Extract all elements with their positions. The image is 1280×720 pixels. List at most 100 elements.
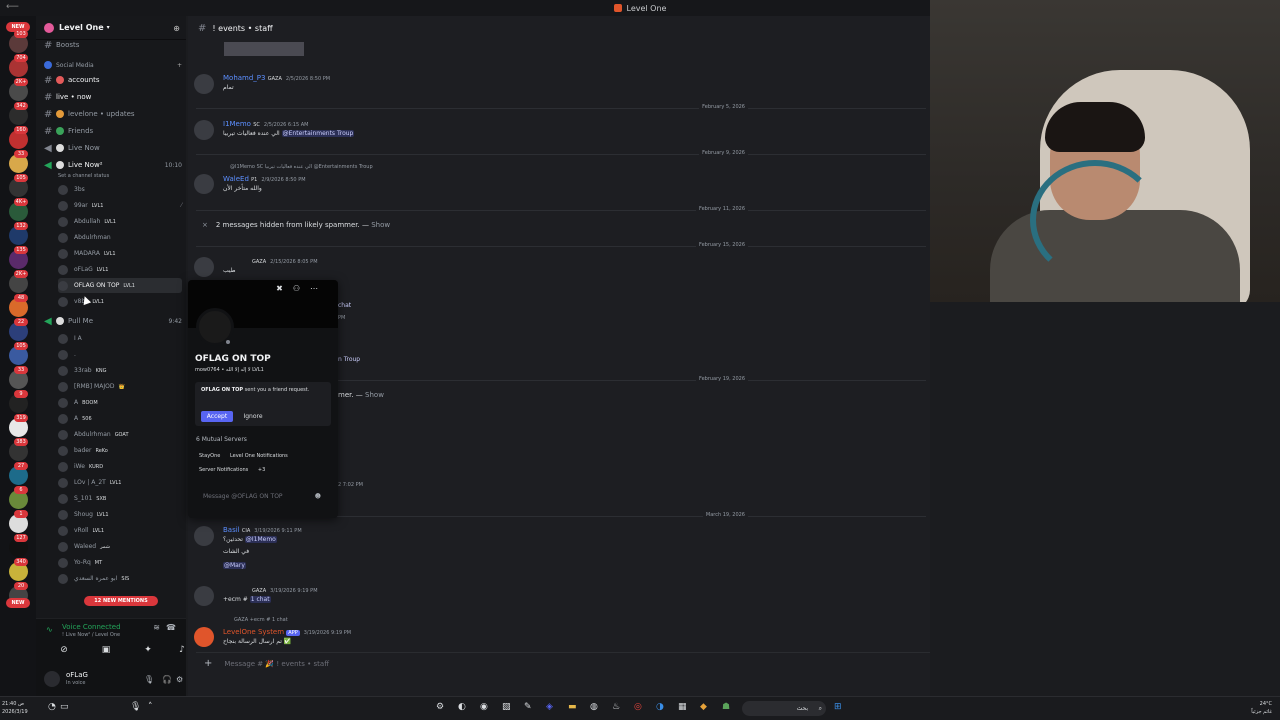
- headphones-icon[interactable]: 🎧: [162, 675, 172, 684]
- voice-member[interactable]: I A: [58, 331, 182, 346]
- avatar[interactable]: [194, 174, 214, 194]
- user-mention[interactable]: @Mary: [223, 562, 246, 569]
- new-mentions-pill[interactable]: 12 NEW MENTIONS: [84, 596, 158, 606]
- user-avatar[interactable]: [44, 671, 60, 687]
- voice-member[interactable]: A 506: [58, 411, 182, 426]
- channel-mention[interactable]: chat: [338, 302, 351, 309]
- avatar[interactable]: [194, 74, 214, 94]
- voice-member[interactable]: Abdullah LVL1: [58, 214, 182, 229]
- guild-header[interactable]: Level One ▾ ⊕: [36, 16, 186, 40]
- role-mention[interactable]: @Entertainments Troup: [281, 130, 355, 137]
- ignore-button[interactable]: Ignore: [239, 411, 267, 422]
- voice-member[interactable]: ابو عمره السعدي SIS: [58, 571, 182, 586]
- voice-member[interactable]: Abdulrhman: [58, 230, 182, 245]
- channel-mention[interactable]: 1 chat: [249, 596, 271, 603]
- disconnect-icon[interactable]: ☎: [166, 623, 176, 632]
- close-icon[interactable]: ×: [202, 221, 208, 229]
- voice-location[interactable]: ! Live Now² / Level One: [62, 632, 120, 638]
- reply-preview[interactable]: @I1Memo SC الي عنده فعاليات تيربيا @Ente…: [230, 164, 373, 170]
- author-name[interactable]: Mohamd_P3: [223, 74, 266, 82]
- mic-icon[interactable]: 🎙: [130, 702, 141, 712]
- settings-gear-icon[interactable]: ⚙: [436, 702, 444, 712]
- avatar[interactable]: [194, 627, 214, 647]
- channel-friends[interactable]: # Friends: [44, 124, 182, 138]
- close-icon[interactable]: ✖: [276, 284, 293, 293]
- edge-icon[interactable]: ◑: [656, 702, 664, 712]
- show-link[interactable]: Show: [371, 221, 390, 229]
- app-icon[interactable]: ◆: [700, 702, 707, 712]
- plus-icon[interactable]: +: [177, 62, 182, 69]
- battery-icon[interactable]: ▭: [60, 702, 69, 712]
- store-icon[interactable]: ▦: [678, 702, 687, 712]
- discord-icon[interactable]: ◈: [546, 702, 553, 712]
- steam-icon[interactable]: ♨: [612, 702, 620, 712]
- app-icon[interactable]: ▧: [502, 702, 511, 712]
- add-member-icon[interactable]: ⊕: [173, 24, 180, 33]
- weather-widget[interactable]: 24°C غائم جزئياً: [1251, 700, 1272, 716]
- channel-live-now[interactable]: # live • now: [44, 90, 182, 104]
- show-link[interactable]: Show: [365, 391, 384, 399]
- server-chip[interactable]: StayOne: [196, 452, 223, 460]
- chevron-up-icon[interactable]: ˄: [148, 702, 153, 712]
- settings-gear-icon[interactable]: ⚙: [176, 675, 183, 684]
- mutual-servers[interactable]: 6 Mutual Servers: [196, 436, 247, 443]
- image-attachment[interactable]: [224, 42, 304, 56]
- composer-input[interactable]: Message # 🎉 ! events • staff: [224, 660, 329, 668]
- voice-member[interactable]: oFLaG LVL1: [58, 262, 182, 277]
- voice-member[interactable]: S_101 SXB: [58, 491, 182, 506]
- avatar[interactable]: [194, 257, 214, 277]
- author-name[interactable]: LevelOne System: [223, 628, 284, 636]
- voice-member[interactable]: v8bs LVL1: [58, 294, 182, 309]
- taskbar-search[interactable]: بحث ⌕: [742, 701, 826, 716]
- windows-start-icon[interactable]: ⊞: [834, 702, 842, 712]
- app-icon[interactable]: ◉: [480, 702, 488, 712]
- voice-member[interactable]: 33rab KNG: [58, 363, 182, 378]
- activities-icon[interactable]: ✦: [138, 645, 158, 657]
- channel-status[interactable]: Set a channel status: [58, 169, 196, 183]
- noise-suppression-icon[interactable]: ≋: [153, 623, 160, 632]
- channel-pull-me[interactable]: ◀ Pull Me 9:42: [44, 314, 182, 328]
- add-friend-icon[interactable]: ⚇: [293, 284, 310, 293]
- emoji-icon[interactable]: ☻: [315, 490, 321, 504]
- avatar[interactable]: [194, 526, 214, 546]
- mic-icon[interactable]: 🎙: [144, 675, 154, 684]
- voice-member[interactable]: LOv | A_2T LVL1: [58, 475, 182, 490]
- user-mention[interactable]: @I1Memo: [244, 536, 277, 543]
- accept-button[interactable]: Accept: [201, 411, 233, 422]
- more-icon[interactable]: ⋯: [310, 284, 328, 293]
- game-icon[interactable]: ☗: [722, 702, 730, 712]
- category-social-media[interactable]: Social Media +: [44, 58, 182, 72]
- author-name[interactable]: WaleEd: [223, 175, 249, 183]
- voice-member[interactable]: iWe KURD: [58, 459, 182, 474]
- profile-message-input[interactable]: Message @OFLAG ON TOP ☻: [195, 490, 325, 504]
- voice-member[interactable]: 99ar LVL1 ⁄: [58, 198, 182, 213]
- avatar[interactable]: [194, 586, 214, 606]
- channel-live-now-voice[interactable]: ◀ Live Now: [44, 141, 182, 155]
- author-name[interactable]: I1Memo: [223, 120, 251, 128]
- role-mention[interactable]: n Troup: [338, 356, 360, 363]
- avatar[interactable]: [194, 120, 214, 140]
- voice-member-selected[interactable]: OFLAG ON TOP LVL1: [58, 278, 182, 293]
- folder-icon[interactable]: ▬: [568, 702, 577, 712]
- app-icon[interactable]: ◍: [590, 702, 598, 712]
- voice-member[interactable]: Abdulrhman GOAT: [58, 427, 182, 442]
- author-name[interactable]: Basil: [223, 526, 240, 534]
- screen-share-icon[interactable]: ▣: [96, 645, 116, 657]
- voice-member[interactable]: Yo-Rq MT: [58, 555, 182, 570]
- wifi-icon[interactable]: ◔: [48, 702, 56, 712]
- channel-updates[interactable]: # levelone • updates: [44, 107, 182, 121]
- camera-off-icon[interactable]: ⊘: [54, 645, 74, 657]
- app-icon[interactable]: ✎: [524, 702, 532, 712]
- server-chip-more[interactable]: +3: [255, 466, 268, 474]
- server-chip[interactable]: Server Notifications: [196, 466, 251, 474]
- reply-preview[interactable]: GAZA +ecm # 1 chat: [234, 617, 288, 623]
- voice-member[interactable]: Shoug LVL1: [58, 507, 182, 522]
- voice-member[interactable]: bader ReKo: [58, 443, 182, 458]
- voice-member[interactable]: [RMB] MAJOD 👑: [58, 379, 182, 394]
- voice-member[interactable]: vRoll LVL1: [58, 523, 182, 538]
- arrow-back-icon[interactable]: ⟵: [6, 2, 19, 12]
- voice-member[interactable]: MADARA LVL1: [58, 246, 182, 261]
- chrome-icon[interactable]: ◎: [634, 702, 642, 712]
- voice-member[interactable]: A BOOM: [58, 395, 182, 410]
- channel-boosts[interactable]: # Boosts: [44, 38, 182, 52]
